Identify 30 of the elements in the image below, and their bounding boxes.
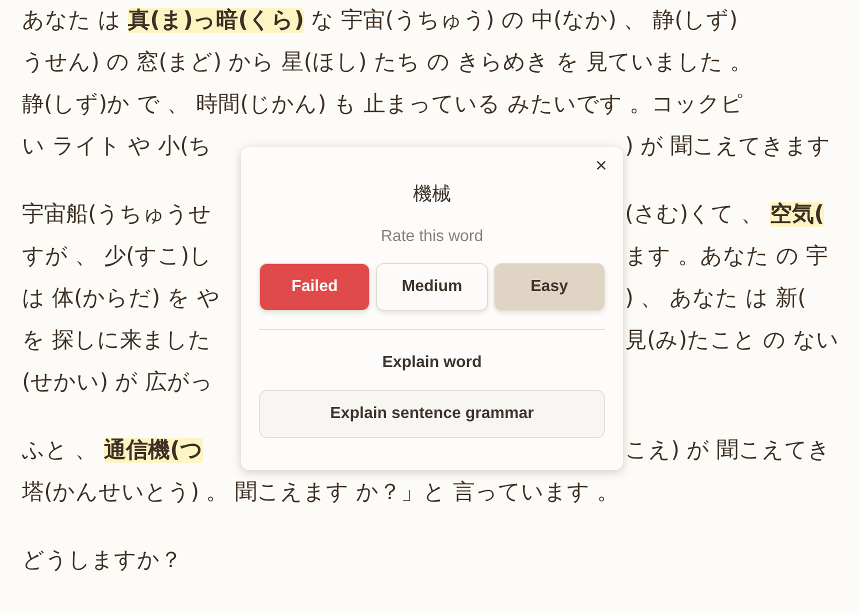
explain-word-button[interactable]: Explain word — [374, 350, 490, 376]
story-text: 見(み)たこと の ない — [625, 328, 840, 353]
rating-button[interactable]: Failed — [259, 263, 370, 311]
explain-sentence-button[interactable]: Explain sentence grammar — [259, 390, 605, 438]
story-text: 宇宙船(うちゅうせ — [22, 202, 212, 227]
story-text: ) が 聞こえてきます — [625, 134, 831, 159]
story-text: どうしますか？ — [22, 548, 182, 573]
story-text: ) 、 あなた は 新( — [625, 286, 806, 311]
story-text: は 体(からだ) を や — [22, 286, 220, 311]
popup-word: 機械 — [412, 182, 452, 207]
rating-button[interactable]: Medium — [376, 263, 488, 311]
story-text: こえ) が 聞こえてき — [625, 438, 831, 463]
story-text: な 宇宙(うちゅう) の 中(なか) 、 静(しず) — [310, 8, 738, 33]
story-text: (せかい) が 広がっ — [22, 370, 214, 395]
story-text: い ライト や 小(ち — [22, 134, 212, 159]
story-text: ふと 、 — [22, 438, 98, 463]
highlighted-word[interactable]: 真(ま)っ暗(くら) — [128, 8, 304, 33]
story-text: うせん) の 窓(まど) から 星(ほし) たち の きらめき を 見ていました 。 — [22, 50, 752, 75]
story-text: 塔(かんせいとう) 。 聞こえます か？」と 言っています 。 — [22, 480, 620, 505]
story-text: すが 、 少(すこ)し — [22, 244, 212, 269]
close-button[interactable]: × — [591, 155, 611, 178]
story-text: ます 。あなた の 宇 — [625, 244, 828, 269]
rating-button[interactable]: Easy — [494, 263, 605, 311]
highlighted-word[interactable]: 通信機(つ — [104, 438, 204, 463]
story-text: 静(しず)か で 、 時間(じかん) も 止まっている みたいです 。コックピ — [22, 92, 744, 117]
story-text: あなた は — [22, 8, 122, 33]
rate-prompt: Rate this word — [380, 228, 484, 246]
story-text: を 探しに来ました — [22, 328, 211, 353]
highlighted-word[interactable]: 空気( — [770, 202, 824, 227]
story-text: (さむ)くて 、 — [625, 202, 764, 227]
